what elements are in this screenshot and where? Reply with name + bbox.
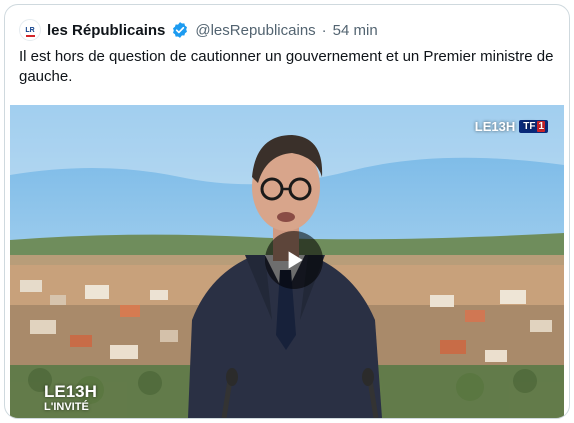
play-icon <box>288 251 303 269</box>
author-name[interactable]: les Républicains <box>47 22 165 39</box>
tweet-card[interactable]: LR les Républicains @lesRepublicains · 5… <box>4 4 570 419</box>
play-button[interactable] <box>265 231 323 289</box>
channel-logo-1: 1 <box>537 121 545 132</box>
show-logo: LE13H L'INVITÉ <box>44 383 97 413</box>
video-player[interactable]: LE13H TF 1 LE13H L'INVITÉ <box>10 105 564 418</box>
channel-logo-tf: TF <box>523 121 536 132</box>
avatar-logo-mark: LR <box>25 26 35 34</box>
tweet-timestamp[interactable]: 54 min <box>333 22 378 39</box>
tweet-text: Il est hors de question de cautionner un… <box>19 48 554 85</box>
separator-dot: · <box>321 21 327 39</box>
show-subtitle: L'INVITÉ <box>44 401 89 413</box>
show-title: LE13H <box>44 382 97 401</box>
channel-show-label: LE13H <box>474 119 516 134</box>
author-handle[interactable]: @lesRepublicains <box>195 22 315 39</box>
channel-logo: TF 1 <box>519 120 548 133</box>
tweet-header: LR les Républicains @lesRepublicains · 5… <box>19 18 555 42</box>
verified-badge-icon <box>173 22 188 38</box>
author-avatar[interactable]: LR <box>19 19 41 41</box>
avatar-logo-stripe <box>26 35 35 37</box>
channel-watermark: LE13H TF 1 <box>475 119 548 134</box>
